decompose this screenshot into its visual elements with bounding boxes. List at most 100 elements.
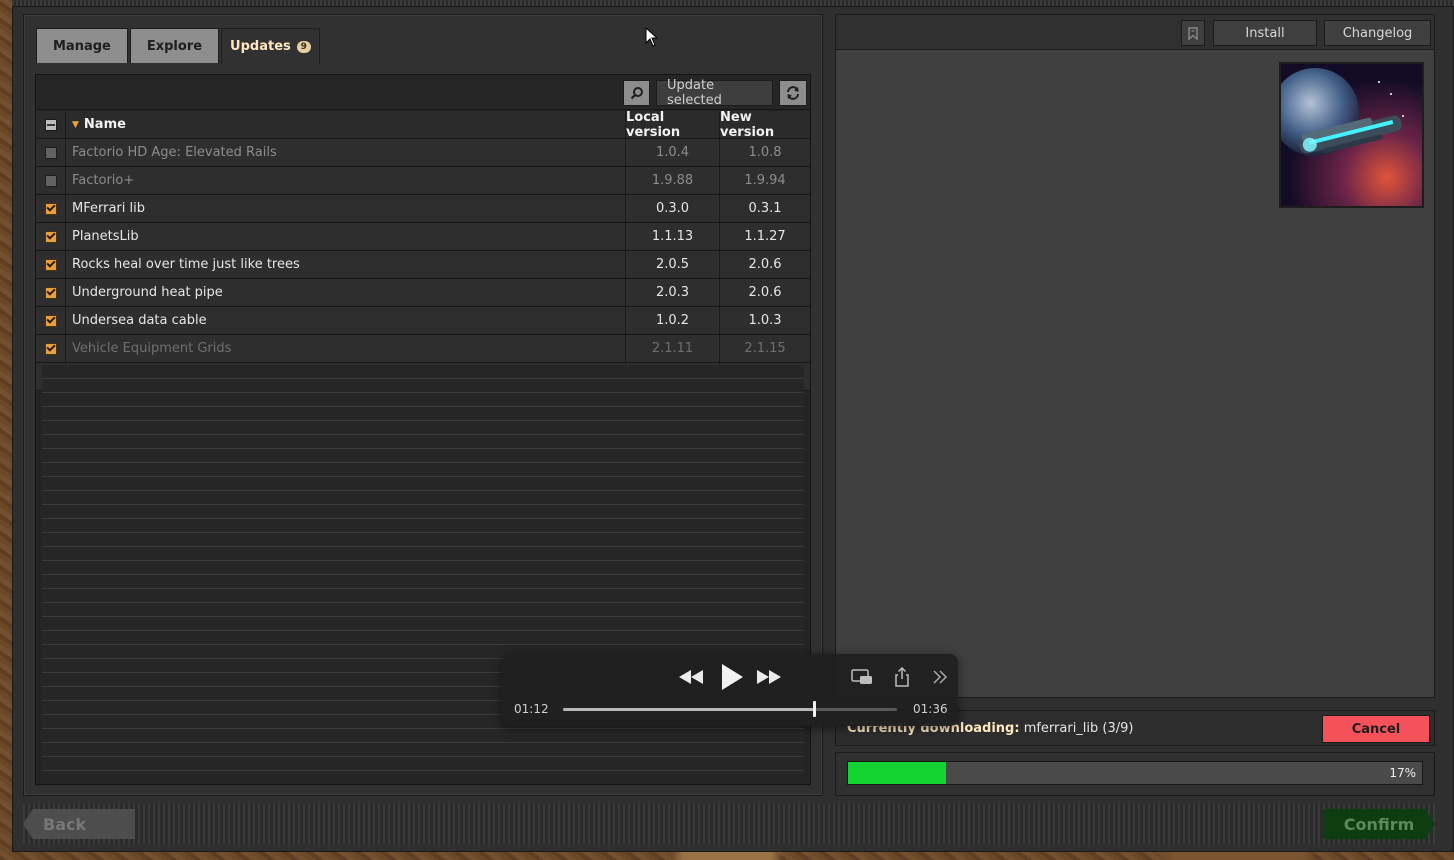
row-check-cell[interactable] xyxy=(36,251,66,278)
play-button[interactable] xyxy=(717,662,747,692)
download-progress-fill xyxy=(848,762,946,784)
row-checkbox[interactable] xyxy=(44,174,57,187)
chevron-double-right-icon xyxy=(933,670,948,684)
new-version: 2.1.15 xyxy=(744,341,786,356)
local-version: 2.0.3 xyxy=(626,279,720,306)
table-row[interactable]: Underground heat pipe 2.0.3 2.0.6 xyxy=(36,279,810,307)
row-checkbox[interactable] xyxy=(44,286,57,299)
download-progress-bar: 17% xyxy=(847,761,1423,785)
row-checkbox[interactable] xyxy=(44,342,57,355)
install-button[interactable]: Install xyxy=(1213,20,1317,46)
tab-bar: Manage Explore Updates 9 xyxy=(36,28,320,64)
table-row[interactable]: Undersea data cable 1.0.2 1.0.3 xyxy=(36,307,810,335)
changelog-button[interactable]: Changelog xyxy=(1324,20,1431,46)
mod-name: PlanetsLib xyxy=(66,223,626,250)
row-checkbox[interactable] xyxy=(44,146,57,159)
row-check-cell[interactable] xyxy=(36,167,66,194)
cancel-button[interactable]: Cancel xyxy=(1322,715,1430,743)
row-checkbox[interactable] xyxy=(44,202,57,215)
fast-forward-icon xyxy=(757,670,781,684)
column-new-label: New version xyxy=(720,109,775,140)
download-progress-label: 17% xyxy=(1389,766,1416,780)
mod-name: Factorio+ xyxy=(66,167,626,194)
download-status-value: mferrari_lib (3/9) xyxy=(1023,721,1134,736)
rewind-icon xyxy=(679,670,703,684)
bookmark-button[interactable] xyxy=(1181,20,1205,46)
row-check-cell[interactable] xyxy=(36,335,66,362)
mouse-cursor-icon xyxy=(645,27,659,47)
spaceship-thumbnail-image xyxy=(1281,64,1422,206)
new-version: 0.3.1 xyxy=(748,201,782,216)
details-toolbar: Install Changelog xyxy=(836,15,1434,50)
new-version: 2.0.6 xyxy=(748,257,782,272)
search-button[interactable] xyxy=(623,80,650,106)
table-header: ▼ Name Local version New version xyxy=(36,109,810,140)
current-time: 01:12 xyxy=(514,702,549,716)
bookmark-icon xyxy=(1188,26,1198,40)
new-version: 1.0.8 xyxy=(748,145,782,160)
tab-explore[interactable]: Explore xyxy=(129,28,220,63)
table-row[interactable]: Factorio+ 1.9.88 1.9.94 xyxy=(36,167,810,195)
table-row[interactable]: PlanetsLib 1.1.13 1.1.27 xyxy=(36,223,810,251)
search-icon xyxy=(630,87,643,100)
row-check-cell[interactable] xyxy=(36,195,66,222)
row-checkbox[interactable] xyxy=(44,258,57,271)
select-all-cell[interactable] xyxy=(36,111,66,138)
mod-name: Rocks heal over time just like trees xyxy=(66,251,626,278)
tab-updates[interactable]: Updates 9 xyxy=(221,28,320,64)
column-local-version[interactable]: Local version xyxy=(626,110,720,140)
media-scrubber-handle[interactable] xyxy=(812,701,816,717)
media-scrubber[interactable] xyxy=(563,701,897,717)
new-version: 1.9.94 xyxy=(744,173,786,188)
local-version: 1.9.88 xyxy=(626,167,720,194)
tab-manage[interactable]: Manage xyxy=(36,28,128,63)
column-new-version[interactable]: New version xyxy=(720,109,810,140)
rewind-button[interactable] xyxy=(678,666,704,688)
confirm-button[interactable]: Confirm xyxy=(1323,809,1435,839)
row-check-cell[interactable] xyxy=(36,223,66,250)
local-version: 2.0.5 xyxy=(626,251,720,278)
local-version: 1.1.13 xyxy=(626,223,720,250)
back-button[interactable]: Back xyxy=(23,809,135,839)
row-check-cell[interactable] xyxy=(36,139,66,166)
mod-name: Vehicle Equipment Grids xyxy=(66,335,626,362)
picture-in-picture-button[interactable] xyxy=(850,666,874,688)
mod-name: MFerrari lib xyxy=(66,195,626,222)
table-row[interactable]: Factorio HD Age: Elevated Rails 1.0.4 1.0.… xyxy=(36,139,810,167)
select-all-checkbox[interactable] xyxy=(44,118,57,131)
table-row[interactable]: Vehicle Equipment Grids 2.1.11 2.1.15 xyxy=(36,335,810,363)
mod-name: Factorio HD Age: Elevated Rails xyxy=(66,139,626,166)
bottom-bar: Back Confirm xyxy=(23,804,1435,844)
mod-thumbnail xyxy=(1279,62,1424,208)
column-name[interactable]: ▼ Name xyxy=(66,111,626,138)
new-version: 1.0.3 xyxy=(748,313,782,328)
row-checkbox[interactable] xyxy=(44,314,57,327)
updates-count-badge: 9 xyxy=(296,40,311,53)
share-button[interactable] xyxy=(891,665,913,689)
media-player-overlay: 01:12 01:36 xyxy=(502,654,958,726)
tab-updates-label: Updates xyxy=(230,39,291,54)
table-row[interactable]: Rocks heal over time just like trees 2.0.… xyxy=(36,251,810,279)
new-version: 1.1.27 xyxy=(744,229,786,244)
refresh-icon xyxy=(787,86,799,100)
fast-forward-button[interactable] xyxy=(756,666,782,688)
local-version: 1.0.2 xyxy=(626,307,720,334)
more-options-button[interactable] xyxy=(929,666,951,688)
mod-name: Underground heat pipe xyxy=(66,279,626,306)
row-check-cell[interactable] xyxy=(36,279,66,306)
row-check-cell[interactable] xyxy=(36,307,66,334)
update-selected-button[interactable]: Update selected xyxy=(656,78,773,108)
picture-in-picture-icon xyxy=(851,669,872,684)
row-checkbox[interactable] xyxy=(44,230,57,243)
mod-name: Undersea data cable xyxy=(66,307,626,334)
mod-details-panel: Install Changelog xyxy=(835,14,1435,698)
share-icon xyxy=(895,667,909,687)
local-version: 1.0.4 xyxy=(626,139,720,166)
total-time: 01:36 xyxy=(913,702,948,716)
updates-table: ▼ Name Local version New version Factori… xyxy=(36,109,810,391)
refresh-button[interactable] xyxy=(779,80,807,106)
play-icon xyxy=(722,664,743,690)
table-row[interactable]: MFerrari lib 0.3.0 0.3.1 xyxy=(36,195,810,223)
tab-explore-label: Explore xyxy=(146,38,203,54)
list-toolbar: Update selected xyxy=(36,75,810,110)
